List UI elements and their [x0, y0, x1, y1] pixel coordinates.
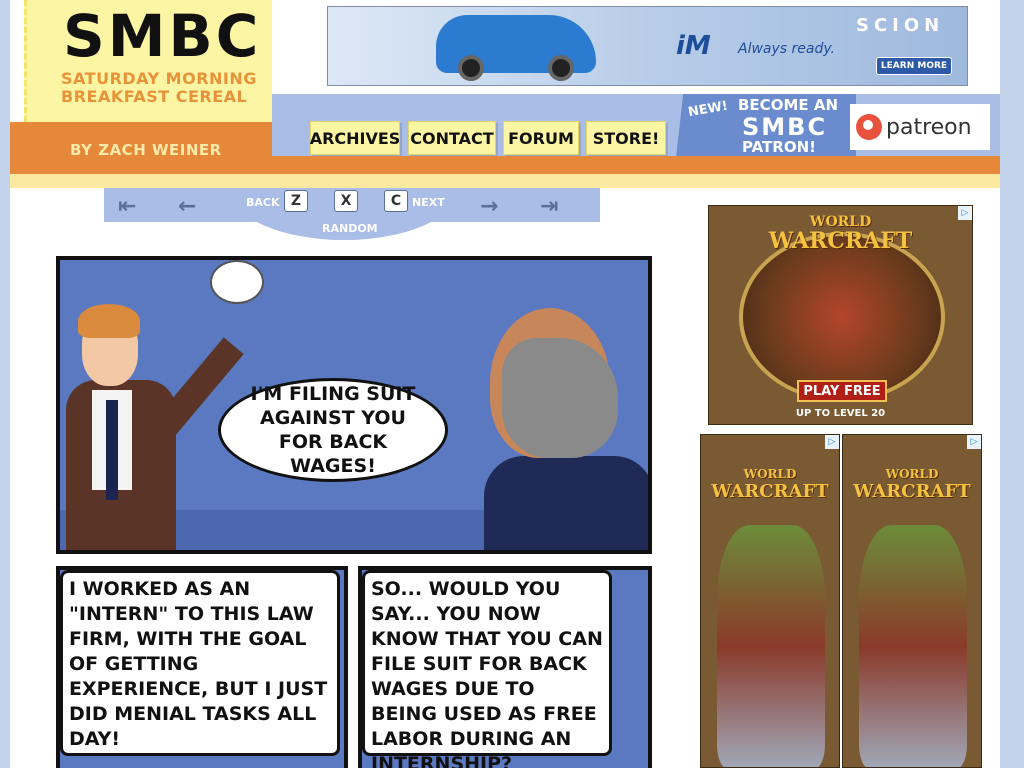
- first-comic-icon[interactable]: ⇤: [118, 194, 136, 219]
- next-comic-icon[interactable]: →: [480, 194, 498, 219]
- promo-line3: PATRON!: [742, 138, 816, 156]
- key-back[interactable]: Z: [284, 190, 308, 212]
- wow-logo-line2: WARCRAFT: [711, 481, 829, 502]
- tab-store[interactable]: STORE!: [586, 121, 666, 155]
- ad-tagline: Always ready.: [738, 41, 836, 57]
- car-wheel: [548, 55, 574, 81]
- wow-logo-line2: WARCRAFT: [853, 481, 971, 502]
- wow-ad-bottom-right[interactable]: WORLD WARCRAFT ▷: [842, 434, 982, 768]
- warrior-art: [717, 525, 825, 767]
- promo-new-label: NEW!: [687, 98, 730, 121]
- wow-ad-bottom-left[interactable]: WORLD WARCRAFT ▷: [700, 434, 840, 768]
- adchoices-icon[interactable]: ▷: [958, 206, 972, 220]
- logo-subtitle: SATURDAY MORNING BREAKFAST CEREAL: [61, 69, 257, 106]
- tab-forum[interactable]: FORUM: [503, 121, 579, 155]
- boss-body: [484, 456, 648, 550]
- patreon-icon: [856, 114, 882, 140]
- random-label[interactable]: RANDOM: [322, 222, 378, 235]
- wow-logo-line2: WARCRAFT: [768, 228, 913, 254]
- ad-brand: SCION: [856, 15, 945, 36]
- learn-more-button[interactable]: LEARN MORE: [876, 57, 952, 75]
- caption-panel-2: I WORKED AS AN "INTERN" TO THIS LAW FIRM…: [60, 570, 340, 756]
- caption-panel-3: SO... WOULD YOU SAY... YOU NOW KNOW THAT…: [362, 570, 612, 768]
- header-stripe-orange: [10, 156, 1000, 174]
- promo-line2: SMBC: [742, 113, 828, 141]
- patreon-promo[interactable]: NEW! BECOME AN SMBC PATRON!: [676, 94, 856, 158]
- intern-tie: [106, 400, 118, 500]
- wow-logo-line1: WORLD: [885, 467, 939, 481]
- play-free-button[interactable]: PLAY FREE: [797, 380, 887, 402]
- logo[interactable]: SMBC SATURDAY MORNING BREAKFAST CEREAL: [24, 0, 272, 122]
- last-comic-icon[interactable]: ⇥: [540, 194, 558, 219]
- paper-prop: [210, 260, 264, 304]
- comic-panel-1: I'M FILING SUIT AGAINST YOU FOR BACK WAG…: [56, 256, 652, 554]
- warrior-art: [859, 525, 967, 767]
- car-wheel: [458, 55, 484, 81]
- wow-ad-top[interactable]: WORLD WARCRAFT PLAY FREE UP TO LEVEL 20 …: [708, 205, 973, 425]
- boss-hair: [502, 338, 618, 458]
- tab-contact[interactable]: CONTACT: [408, 121, 496, 155]
- header-stripe-yellow: [10, 174, 1000, 188]
- prev-comic-icon[interactable]: ←: [178, 194, 196, 219]
- level-text: UP TO LEVEL 20: [795, 408, 886, 419]
- wow-art: [739, 232, 945, 402]
- wow-logo-line1: WORLD: [743, 467, 797, 481]
- key-random[interactable]: X: [334, 190, 358, 212]
- adchoices-icon[interactable]: ▷: [967, 435, 981, 449]
- patreon-wordmark: patreon: [886, 114, 972, 140]
- logo-title[interactable]: SMBC: [63, 2, 261, 70]
- promo-line1: BECOME AN: [738, 96, 838, 114]
- top-ad-banner[interactable]: iM Always ready. SCION LEARN MORE: [327, 6, 968, 86]
- tab-archives[interactable]: ARCHIVES: [310, 121, 400, 155]
- key-next[interactable]: C: [384, 190, 408, 212]
- intern-hair: [78, 304, 140, 338]
- patreon-logo[interactable]: patreon: [850, 104, 990, 150]
- car-image: [436, 15, 596, 81]
- adchoices-icon[interactable]: ▷: [825, 435, 839, 449]
- next-label[interactable]: NEXT: [412, 196, 445, 209]
- comic-panel-2: I WORKED AS AN "INTERN" TO THIS LAW FIRM…: [56, 566, 348, 768]
- comic-panel-3: SO... WOULD YOU SAY... YOU NOW KNOW THAT…: [358, 566, 652, 768]
- ad-model: iM: [676, 31, 711, 61]
- speech-bubble-1: I'M FILING SUIT AGAINST YOU FOR BACK WAG…: [218, 378, 448, 482]
- back-label[interactable]: BACK: [246, 196, 280, 209]
